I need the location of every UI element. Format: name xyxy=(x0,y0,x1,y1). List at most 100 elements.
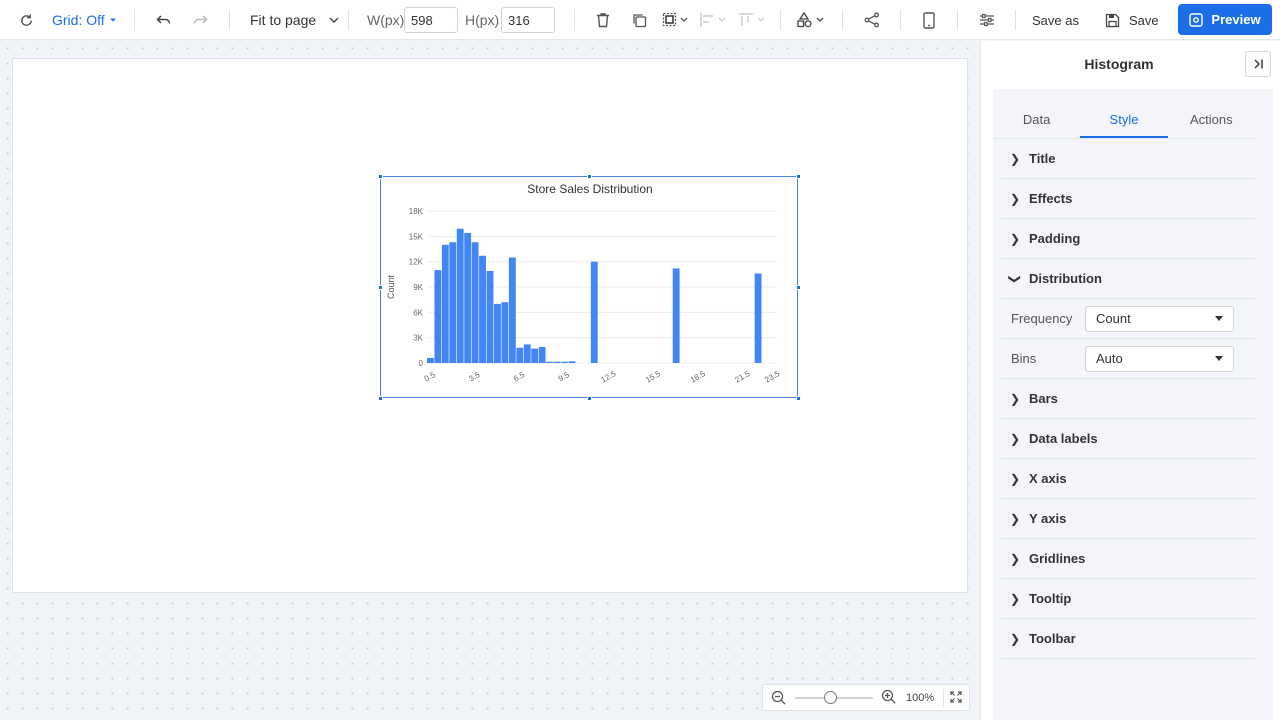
histogram-bar[interactable] xyxy=(590,261,598,363)
section-distribution[interactable]: ❯ Distribution xyxy=(1001,259,1255,299)
preview-button[interactable]: Preview xyxy=(1178,4,1272,35)
align-horizontal-dropdown[interactable] xyxy=(698,0,728,40)
histogram-bar[interactable] xyxy=(471,242,479,363)
histogram-bar[interactable] xyxy=(508,257,516,363)
section-effects[interactable]: ❯ Effects xyxy=(1001,179,1255,219)
grid-toggle[interactable]: Grid: Off xyxy=(52,0,118,40)
x-tick-label: 9.5 xyxy=(557,370,572,384)
section-data-labels[interactable]: ❯ Data labels xyxy=(1001,419,1255,459)
histogram-bar[interactable] xyxy=(464,232,472,363)
histogram-bar[interactable] xyxy=(561,361,568,363)
frequency-select[interactable]: Count xyxy=(1085,305,1234,332)
share-button[interactable] xyxy=(863,0,881,40)
histogram-bar[interactable] xyxy=(523,344,531,363)
resize-handle-e[interactable] xyxy=(796,285,801,290)
resize-handle-se[interactable] xyxy=(796,396,801,401)
zoom-slider-thumb[interactable] xyxy=(824,691,838,704)
histogram-bar[interactable] xyxy=(486,270,494,363)
histogram-bar[interactable] xyxy=(501,302,509,363)
refresh-button[interactable] xyxy=(16,0,36,40)
y-tick-label: 9K xyxy=(413,283,423,292)
resize-handle-n[interactable] xyxy=(587,174,592,179)
chevron-down-icon xyxy=(329,17,339,23)
copy-button[interactable] xyxy=(630,0,648,40)
histogram-bar[interactable] xyxy=(427,357,434,363)
frequency-value: Count xyxy=(1096,311,1131,326)
shapes-dropdown[interactable] xyxy=(796,0,826,40)
section-gridlines[interactable]: ❯ Gridlines xyxy=(1001,539,1255,579)
section-bars[interactable]: ❯ Bars xyxy=(1001,379,1255,419)
tab-data[interactable]: Data xyxy=(993,101,1080,138)
zoom-level: 100% xyxy=(906,692,935,704)
zoom-out-icon xyxy=(771,690,786,705)
width-input[interactable] xyxy=(404,7,458,33)
histogram-bar[interactable] xyxy=(434,270,442,363)
histogram-bar[interactable] xyxy=(538,346,546,363)
section-distribution-label: Distribution xyxy=(1029,271,1102,286)
resize-handle-w[interactable] xyxy=(378,285,383,290)
resize-handle-s[interactable] xyxy=(587,396,592,401)
histogram-bar[interactable] xyxy=(516,347,524,363)
chevron-right-icon: ❯ xyxy=(1009,591,1021,606)
histogram-bar[interactable] xyxy=(449,242,457,363)
mobile-view-button[interactable] xyxy=(922,0,936,40)
histogram-widget[interactable]: 0 3K 6K 9K 12K 15K 18K 0.5 3.5 6.5 9.5 12.5 15.5 18.… xyxy=(378,174,801,401)
x-tick-label: 21.5 xyxy=(734,369,752,385)
panel-body: Data Style Actions ❯ Title ❯ Effects ❯ P… xyxy=(993,89,1273,720)
save-as-button[interactable]: Save as xyxy=(1032,0,1079,40)
y-tick-label: 6K xyxy=(413,308,423,317)
resize-handle-sw[interactable] xyxy=(378,396,383,401)
collapse-panel-button[interactable] xyxy=(1245,51,1271,77)
histogram-bar[interactable] xyxy=(672,268,680,363)
section-y-axis[interactable]: ❯ Y axis xyxy=(1001,499,1255,539)
histogram-bar[interactable] xyxy=(441,244,449,363)
zoom-in-button[interactable] xyxy=(881,689,897,708)
height-label-text: H(px) xyxy=(465,12,500,28)
y-tick-label: 12K xyxy=(409,258,424,267)
divider xyxy=(957,10,958,30)
section-x-axis[interactable]: ❯ X axis xyxy=(1001,459,1255,499)
tab-actions[interactable]: Actions xyxy=(1168,101,1255,138)
section-padding[interactable]: ❯ Padding xyxy=(1001,219,1255,259)
fullscreen-button[interactable] xyxy=(950,691,962,706)
floppy-disk-icon xyxy=(1105,13,1120,27)
x-tick-label: 15.5 xyxy=(644,369,662,385)
height-input[interactable] xyxy=(501,7,555,33)
redo-button[interactable] xyxy=(190,0,210,40)
resize-handle-nw[interactable] xyxy=(378,174,383,179)
delete-button[interactable] xyxy=(594,0,612,40)
align-top-icon xyxy=(739,13,765,26)
histogram-bar[interactable] xyxy=(754,273,762,363)
tab-style[interactable]: Style xyxy=(1080,101,1168,138)
arrange-dropdown[interactable] xyxy=(661,0,689,40)
chevron-right-icon: ❯ xyxy=(1009,471,1021,486)
fit-to-page-dropdown[interactable]: Fit to page xyxy=(250,0,340,40)
grid-toggle-label: Grid: Off xyxy=(52,12,105,28)
fullscreen-icon xyxy=(950,691,962,703)
bring-to-front-icon xyxy=(662,12,688,27)
section-tooltip[interactable]: ❯ Tooltip xyxy=(1001,579,1255,619)
histogram-bar[interactable] xyxy=(568,361,576,363)
save-button[interactable]: Save xyxy=(1105,0,1159,40)
section-title[interactable]: ❯ Title xyxy=(1001,139,1255,179)
bins-select[interactable]: Auto xyxy=(1085,345,1234,372)
resize-handle-ne[interactable] xyxy=(796,174,801,179)
align-vertical-dropdown[interactable] xyxy=(737,0,767,40)
histogram-chart: 0 3K 6K 9K 12K 15K 18K 0.5 3.5 6.5 9.5 12.5 15.5 18.… xyxy=(386,182,782,385)
histogram-bar[interactable] xyxy=(531,348,539,363)
histogram-bar[interactable] xyxy=(494,303,501,363)
frequency-row: Frequency Count xyxy=(1001,299,1255,339)
zoom-out-button[interactable] xyxy=(771,690,787,709)
section-toolbar[interactable]: ❯ Toolbar xyxy=(1001,619,1255,659)
histogram-bar[interactable] xyxy=(456,228,464,363)
undo-icon xyxy=(156,15,171,24)
histogram-bar[interactable] xyxy=(553,361,561,363)
chevron-right-icon: ❯ xyxy=(1009,391,1021,406)
settings-button[interactable] xyxy=(978,0,996,40)
zoom-in-icon xyxy=(881,689,896,704)
histogram-bar[interactable] xyxy=(479,255,486,363)
histogram-bar[interactable] xyxy=(546,361,553,363)
divider xyxy=(574,10,575,30)
section-effects-label: Effects xyxy=(1029,191,1073,206)
undo-button[interactable] xyxy=(154,0,174,40)
